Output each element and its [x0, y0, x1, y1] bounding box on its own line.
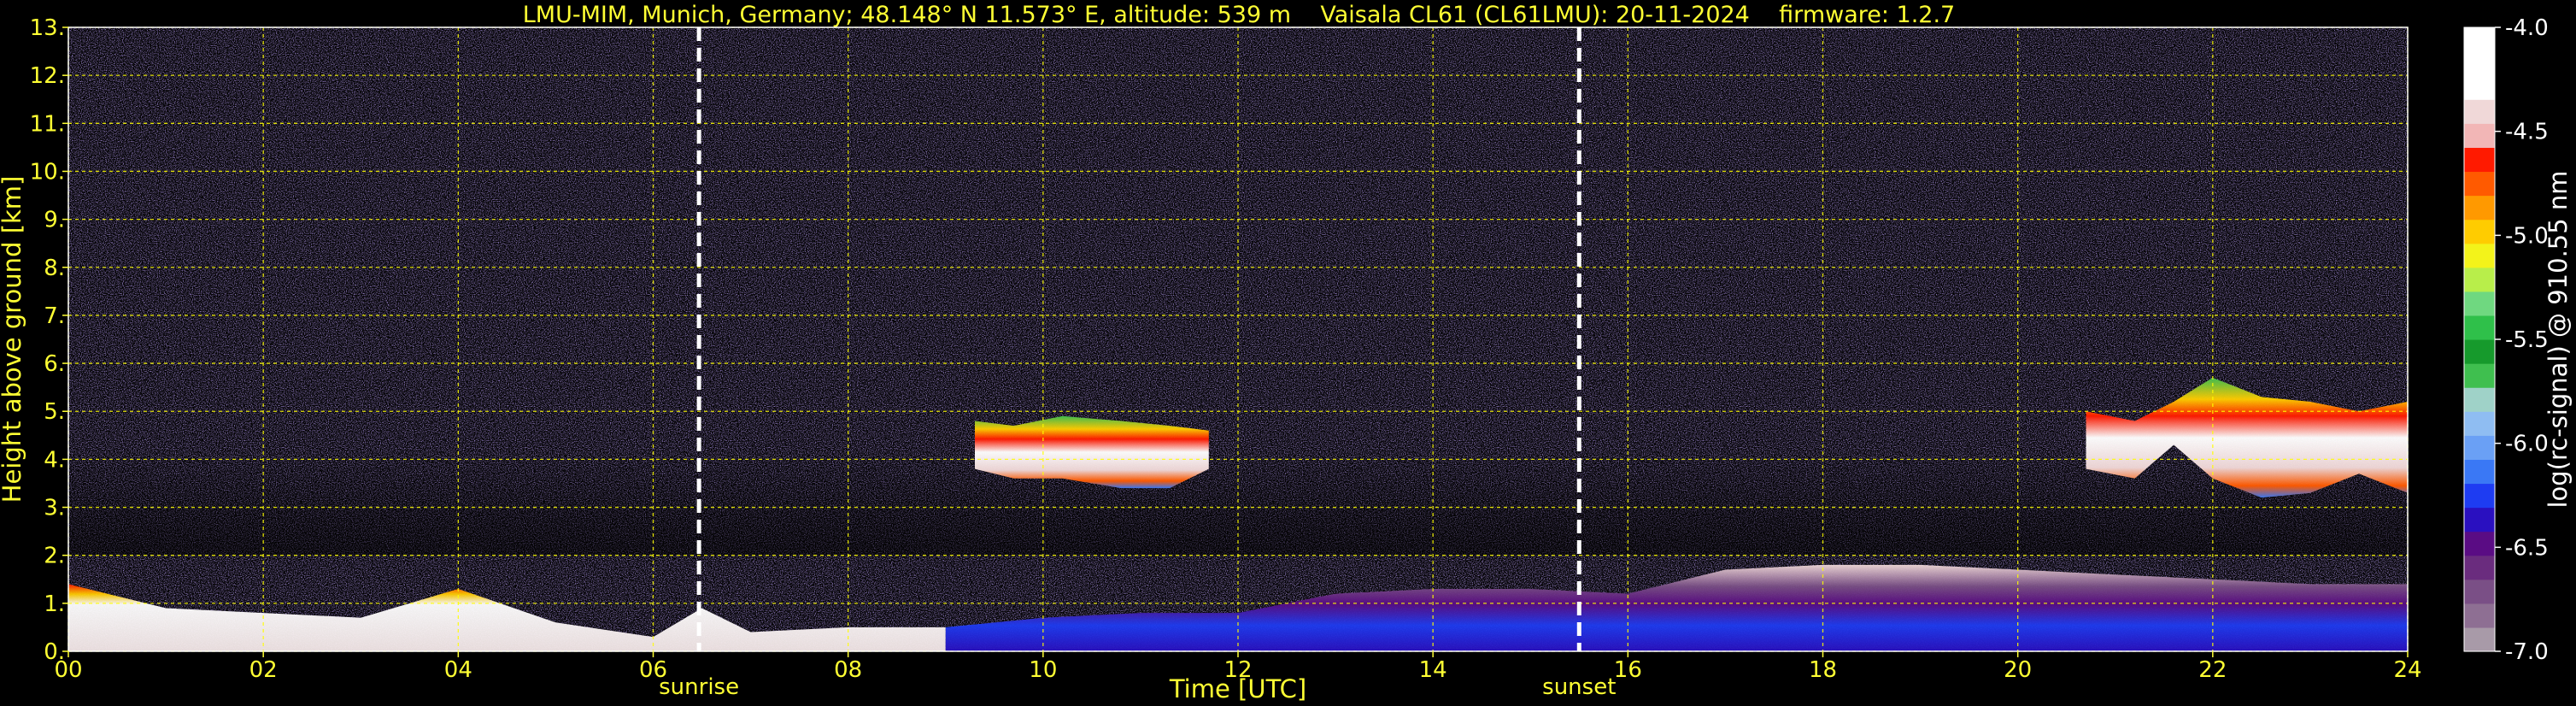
y-tick-label: 8.	[44, 256, 65, 281]
colorbar-segment	[2464, 459, 2495, 485]
y-tick-label: 7.	[44, 303, 65, 329]
colorbar-segment	[2464, 507, 2495, 532]
x-tick-label: 06	[639, 657, 667, 683]
colorbar-segment	[2464, 291, 2495, 316]
y-tick-label: 10.	[30, 159, 65, 185]
colorbar-segment	[2464, 315, 2495, 340]
x-tick-label: 24	[2393, 657, 2421, 683]
colorbar-segment	[2464, 75, 2495, 100]
y-tick-label: 0.	[44, 639, 65, 665]
x-tick-label: 22	[2198, 657, 2227, 683]
y-tick-label: 4.	[44, 447, 65, 473]
plot-area	[68, 27, 2408, 651]
colorbar-segment	[2464, 219, 2495, 244]
ceilometer-chart: sunrise sunset 00 02 04 06 08 10 12 14 16 18 20 22 24…	[0, 15, 2573, 703]
sunset-label: sunset	[1542, 674, 1616, 700]
colorbar-tick-label: -6.5	[2505, 535, 2549, 561]
colorbar-tick-label: -4.0	[2505, 15, 2549, 41]
colorbar-tick-label: -5.5	[2505, 327, 2549, 353]
y-tick-label: 6.	[44, 351, 65, 377]
colorbar-tick-label: -5.0	[2505, 223, 2549, 249]
colorbar-segment	[2464, 171, 2495, 197]
colorbar-segment	[2464, 363, 2495, 388]
x-tick-label: 10	[1029, 657, 1057, 683]
colorbar-segment	[2464, 243, 2495, 268]
y-tick-label: 1.	[44, 591, 65, 617]
colorbar-label: log(rc-signal) @ 910.55 nm	[2544, 170, 2573, 508]
colorbar-segment	[2464, 411, 2495, 436]
x-tick-label: 08	[834, 657, 862, 683]
colorbar-segment	[2464, 339, 2495, 364]
colorbar-segment	[2464, 603, 2495, 628]
y-tick-label: 9.	[44, 208, 65, 233]
colorbar-segment	[2464, 267, 2495, 292]
colorbar-segment	[2464, 531, 2495, 556]
cloud-layer-1	[975, 415, 1209, 489]
colorbar-tick-label: -6.0	[2505, 432, 2549, 457]
y-tick-label: 11.	[30, 111, 65, 137]
sunrise-label: sunrise	[659, 674, 739, 700]
x-tick-label: 04	[444, 657, 472, 683]
colorbar-segment	[2464, 123, 2495, 148]
signal-noise	[68, 27, 2408, 651]
colorbar-segment	[2464, 99, 2495, 124]
colorbar-segment	[2464, 579, 2495, 604]
colorbar-segment	[2464, 555, 2495, 580]
x-tick-label: 14	[1419, 657, 1447, 683]
y-axis-label: Height above ground [km]	[0, 176, 26, 503]
colorbar-tick-label: -7.0	[2505, 639, 2549, 665]
colorbar-segment	[2464, 435, 2495, 460]
x-tick-label: 02	[249, 657, 278, 683]
colorbar-segment	[2464, 387, 2495, 412]
y-tick-label: 5.	[44, 399, 65, 425]
y-tick-label: 13.	[30, 15, 65, 41]
x-tick-label: 20	[2004, 657, 2032, 683]
colorbar-segment	[2464, 195, 2495, 221]
y-tick-label: 3.	[44, 496, 65, 521]
x-tick-label: 16	[1614, 657, 1642, 683]
colorbar-segment	[2464, 627, 2495, 652]
y-tick-label: 12.	[30, 63, 65, 89]
colorbar: -4.0 -4.5 -5.0 -5.5 -6.0 -6.5 -7.0 log(rc-signa…	[2463, 15, 2573, 665]
colorbar-tick-label: -4.5	[2505, 120, 2549, 145]
colorbar-segment	[2464, 51, 2495, 76]
colorbar-segment	[2464, 147, 2495, 173]
colorbar-segment	[2464, 27, 2495, 52]
y-tick-label: 2.	[44, 544, 65, 569]
colorbar-segment	[2464, 483, 2495, 509]
x-tick-label: 18	[1809, 657, 1837, 683]
x-axis-label: Time [UTC]	[1169, 674, 1306, 703]
